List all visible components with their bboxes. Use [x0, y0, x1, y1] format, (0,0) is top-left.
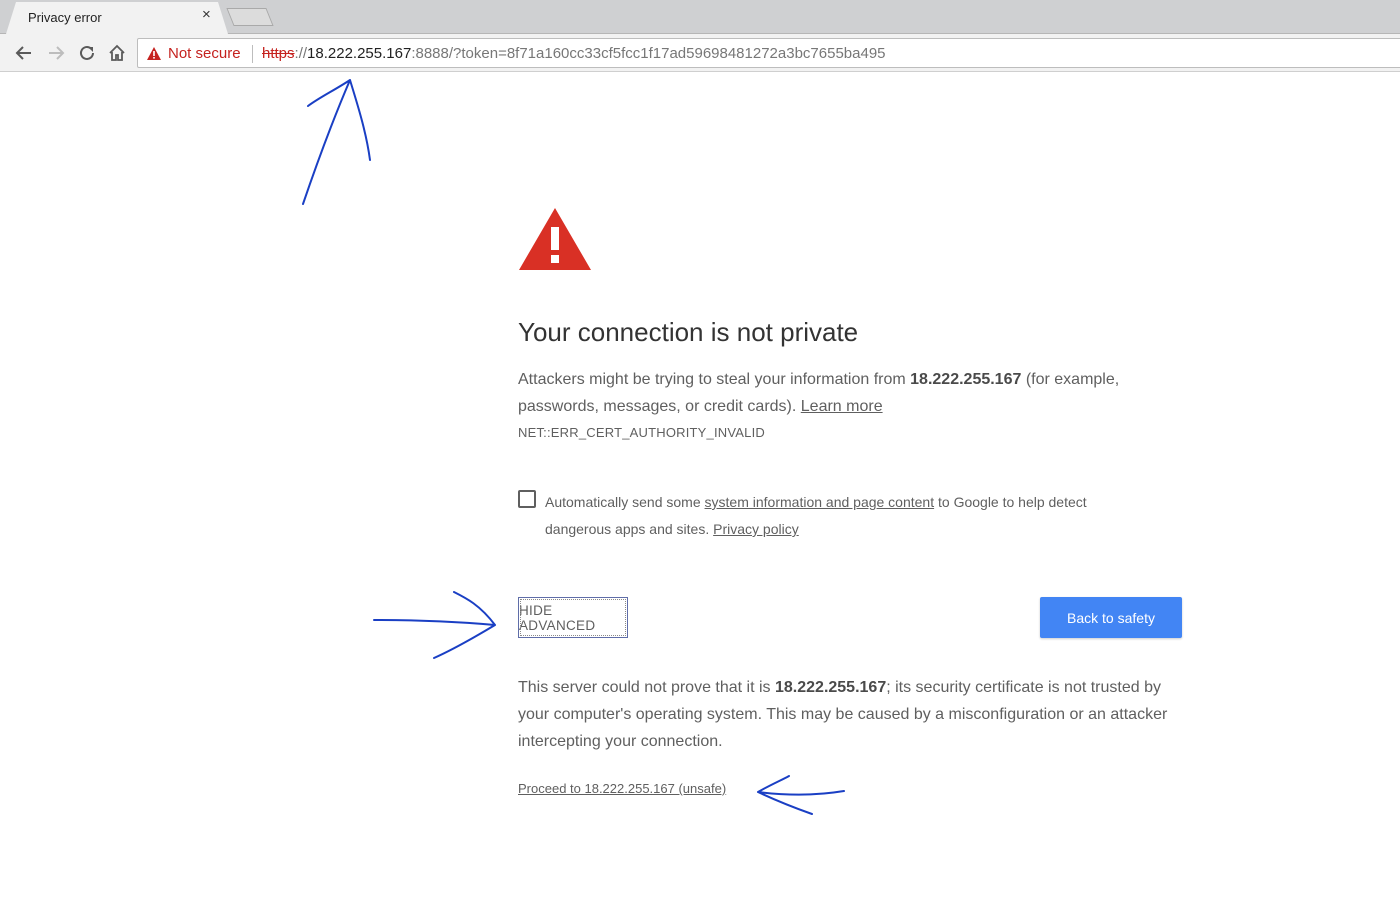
url-scheme: https [262, 45, 295, 62]
system-info-link[interactable]: system information and page content [705, 494, 935, 510]
details-host: 18.222.255.167 [775, 679, 887, 696]
back-button[interactable] [12, 41, 36, 65]
tab-strip: Privacy error × [0, 0, 1400, 34]
send-info-checkbox[interactable] [518, 490, 536, 508]
new-tab-button[interactable] [226, 8, 274, 26]
proceed-unsafe-link[interactable]: Proceed to 18.222.255.167 (unsafe) [518, 781, 726, 796]
explain-host: 18.222.255.167 [910, 371, 1022, 388]
annotation-layer [302, 79, 845, 815]
arrow-left-icon [15, 46, 31, 60]
url-rest: :8888/?token=8f71a160cc33cf5fcc1f17ad596… [411, 45, 886, 62]
url-text[interactable]: https://18.222.255.167:8888/?token=8f71a… [262, 45, 886, 62]
details-text-pre: This server could not prove that it is [518, 679, 775, 696]
hide-advanced-button[interactable]: HIDE ADVANCED [518, 597, 628, 638]
large-warning-icon [519, 208, 591, 270]
main-message: Attackers might be trying to steal your … [518, 366, 1182, 420]
back-to-safety-button[interactable]: Back to safety [1040, 597, 1182, 638]
arrow-right-icon [49, 46, 65, 60]
address-bar[interactable]: Not secure https://18.222.255.167:8888/?… [137, 38, 1400, 68]
not-secure-label[interactable]: Not secure [168, 45, 241, 62]
home-button[interactable] [105, 41, 129, 65]
error-code: NET::ERR_CERT_AUTHORITY_INVALID [518, 425, 765, 440]
annotation-arrow-right [373, 591, 496, 659]
browser-toolbar: Not secure https://18.222.255.167:8888/?… [0, 34, 1400, 72]
advanced-details: This server could not prove that it is 1… [518, 674, 1182, 755]
url-scheme-separator: :// [294, 45, 308, 62]
reload-icon [80, 45, 94, 60]
reload-button[interactable] [75, 41, 99, 65]
optin-text-pre: Automatically send some [545, 494, 705, 510]
tab-title: Privacy error [28, 10, 102, 25]
page-title: Your connection is not private [518, 317, 859, 347]
optin-label: Automatically send some system informati… [545, 489, 1145, 543]
omnibox-divider [252, 45, 253, 63]
url-host: 18.222.255.167 [307, 45, 412, 62]
privacy-policy-link[interactable]: Privacy policy [713, 521, 799, 537]
tab-privacy-error[interactable]: Privacy error [6, 2, 228, 34]
tab-close-icon[interactable]: × [202, 6, 211, 24]
annotation-arrow-up [302, 79, 371, 205]
forward-button[interactable] [44, 41, 68, 65]
learn-more-link[interactable]: Learn more [801, 398, 883, 415]
explain-text-pre: Attackers might be trying to steal your … [518, 371, 911, 388]
warning-icon[interactable] [146, 46, 162, 61]
home-icon [109, 44, 125, 61]
annotation-arrow-left [757, 775, 845, 815]
